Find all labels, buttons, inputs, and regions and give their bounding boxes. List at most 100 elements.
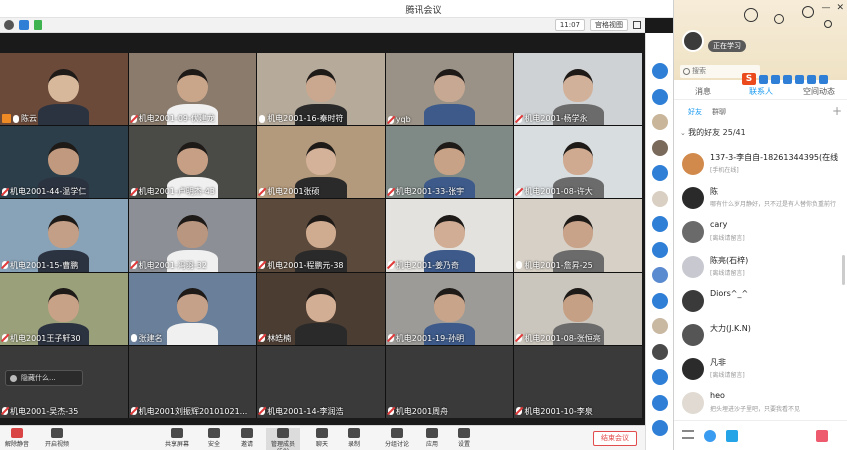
video-tile[interactable]: 机电2001-14-李润浩 [257,345,385,418]
video-tile[interactable]: 机电2001-16-秦时符 [257,53,385,126]
friend-group-header[interactable]: ⌄ 我的好友 25/41 [680,127,746,138]
participant-avatar[interactable] [652,190,668,207]
scrollbar[interactable] [842,255,845,285]
contact-item[interactable]: heo 把头埋进沙子里吧，只要我看不见 [674,387,840,421]
menu-icon[interactable] [819,74,828,84]
signal-icon[interactable] [34,20,42,30]
participant-avatar[interactable] [652,241,668,258]
video-tile[interactable]: 机电2001-程鹏元-38 [257,199,385,272]
video-grid: 陈云 机电2001-09-伏建龙 机电2001-16-秦时符 yqb 机电2001-杨学… [0,53,642,418]
tab-contacts[interactable]: 联系人 [732,84,790,99]
qq-status[interactable]: 正在学习 [708,40,746,52]
participant-avatar[interactable] [652,114,668,130]
participant-face [562,68,594,103]
video-tile[interactable]: 机电2001-15-曹鹏 [0,199,128,272]
toolbar-label: 邀请 [240,441,253,448]
video-tile[interactable]: 张建名 [128,272,257,345]
toolbar-chat-button[interactable]: 聊天 [305,428,339,450]
toolbar-microphone-button[interactable]: 解除静音 [0,428,34,450]
subtab-friends[interactable]: 好友 [688,107,702,117]
mic-muted-icon [387,261,394,270]
app-icon[interactable] [726,430,738,442]
end-meeting-button[interactable]: 结束会议 [593,431,637,446]
participant-face [177,68,208,103]
menu-icon[interactable] [682,430,694,439]
doodle-decoration [802,6,814,18]
participant-avatar[interactable] [652,369,668,385]
apps-grid-icon[interactable] [816,430,828,442]
punctuation-icon[interactable] [771,74,780,84]
video-tile[interactable]: 机电2001-卢明杰-43 [128,126,257,199]
video-tile[interactable]: 机电2001-姜乃奇 [385,199,514,272]
video-tile[interactable]: yqb [385,53,514,126]
participant-avatar[interactable] [652,394,668,411]
participant-avatar[interactable] [652,420,668,436]
participant-avatar[interactable] [652,292,668,309]
participant-avatar[interactable] [652,216,668,232]
fullscreen-icon[interactable] [633,21,641,29]
contact-item[interactable]: Diors^_^ [674,285,840,319]
participant-name: 机电2001刘振辉20101021... [138,406,248,416]
video-tile[interactable]: 机电2001-冯羽-32 [128,199,257,272]
toolbar-participants-button[interactable]: 管理成员(50) [266,428,300,450]
mic-muted-icon [259,187,266,196]
video-tile[interactable]: 机电2001王子轩30 [0,272,128,345]
toolbar-breakout-button[interactable]: 分组讨论 [380,428,414,450]
info-icon[interactable] [4,20,14,30]
video-tile[interactable]: 机电2001-10-李泉 [514,345,642,418]
view-mode-button[interactable]: 宫格视图 [590,19,628,31]
participant-avatar[interactable] [652,165,668,181]
video-tile[interactable]: 机电2001-19-孙明 [385,272,514,345]
mic-muted-icon [130,261,137,270]
video-tile[interactable]: 机电2001-杨学永 [514,53,642,126]
participant-avatar[interactable] [652,139,668,156]
contact-item[interactable]: cary [离线请留言] [674,216,840,250]
video-tile[interactable]: 林皓楠 [257,272,385,345]
video-tile[interactable]: 机电2001-08-张恒亮 [514,272,642,345]
video-tile[interactable]: 机电2001-08-许大 [514,126,642,199]
toolbar-video-camera-button[interactable]: 开启视频 [40,428,74,450]
toolbar-settings-button[interactable]: 设置 [447,428,481,450]
contact-item[interactable]: 大力(J.K.N) [674,319,840,353]
toolbar-security-button[interactable]: 安全 [197,428,231,450]
video-tile[interactable]: 机电2001-詹昇-25 [514,199,642,272]
participant-avatar[interactable] [652,343,668,360]
video-tile[interactable]: 机电2001-09-伏建龙 [128,53,257,126]
add-icon[interactable]: + [832,104,842,118]
video-tile[interactable]: 陈云 [0,53,128,126]
hidden-tooltip[interactable]: 隐藏什么... [5,370,83,386]
microphone-icon[interactable] [783,74,792,84]
keyboard-icon[interactable] [795,74,804,84]
subtab-groups[interactable]: 群聊 [712,107,726,117]
qq-avatar[interactable] [682,30,704,52]
tab-messages[interactable]: 消息 [674,84,732,99]
video-tile[interactable]: 机电2001刘振辉20101021... [128,345,257,418]
contact-item[interactable]: 陈哪有什么岁月静好，只不过是有人替你负重前行 [674,182,840,216]
video-tile[interactable]: 机电2001周舟 [385,345,514,418]
contact-item[interactable]: 137-3-李自自-18261344395(在线 [手机在线] [674,148,840,182]
toolbar-record-button[interactable]: 录制 [337,428,371,450]
contacts-icon[interactable] [704,430,716,442]
participant-name: 张建名 [138,333,163,343]
video-tile[interactable]: 机电2001-33-张宇 [385,126,514,199]
participant-avatar[interactable] [652,88,668,105]
toolbar-invite-button[interactable]: 邀请 [230,428,264,450]
participant-avatar[interactable] [652,267,668,283]
toolbar-share-screen-button[interactable]: 共享屏幕 [160,428,194,450]
video-tile[interactable]: 机电2001张硕 [257,126,385,199]
toolbar-apps-button[interactable]: 应用 [415,428,449,450]
shield-icon[interactable] [19,20,29,30]
minimize-icon[interactable]: — [821,3,830,13]
participant-avatar[interactable] [652,318,668,334]
contact-item[interactable]: 陈亮(石梓) [离线请留言] [674,251,840,285]
close-icon[interactable]: ✕ [836,3,844,13]
participant-name: 机电2001王子轩30 [10,333,81,343]
participant-avatar[interactable] [652,63,668,79]
video-tile[interactable]: 机电2001-44-温学仁 [0,126,128,199]
contact-item[interactable]: 凡非 [离线请留言] [674,353,840,387]
tab-space[interactable]: 空间动态 [790,84,847,99]
settings-icon [458,428,470,438]
skin-icon[interactable] [807,74,816,84]
contact-avatar [682,289,704,312]
input-tool-icon[interactable] [759,74,768,84]
